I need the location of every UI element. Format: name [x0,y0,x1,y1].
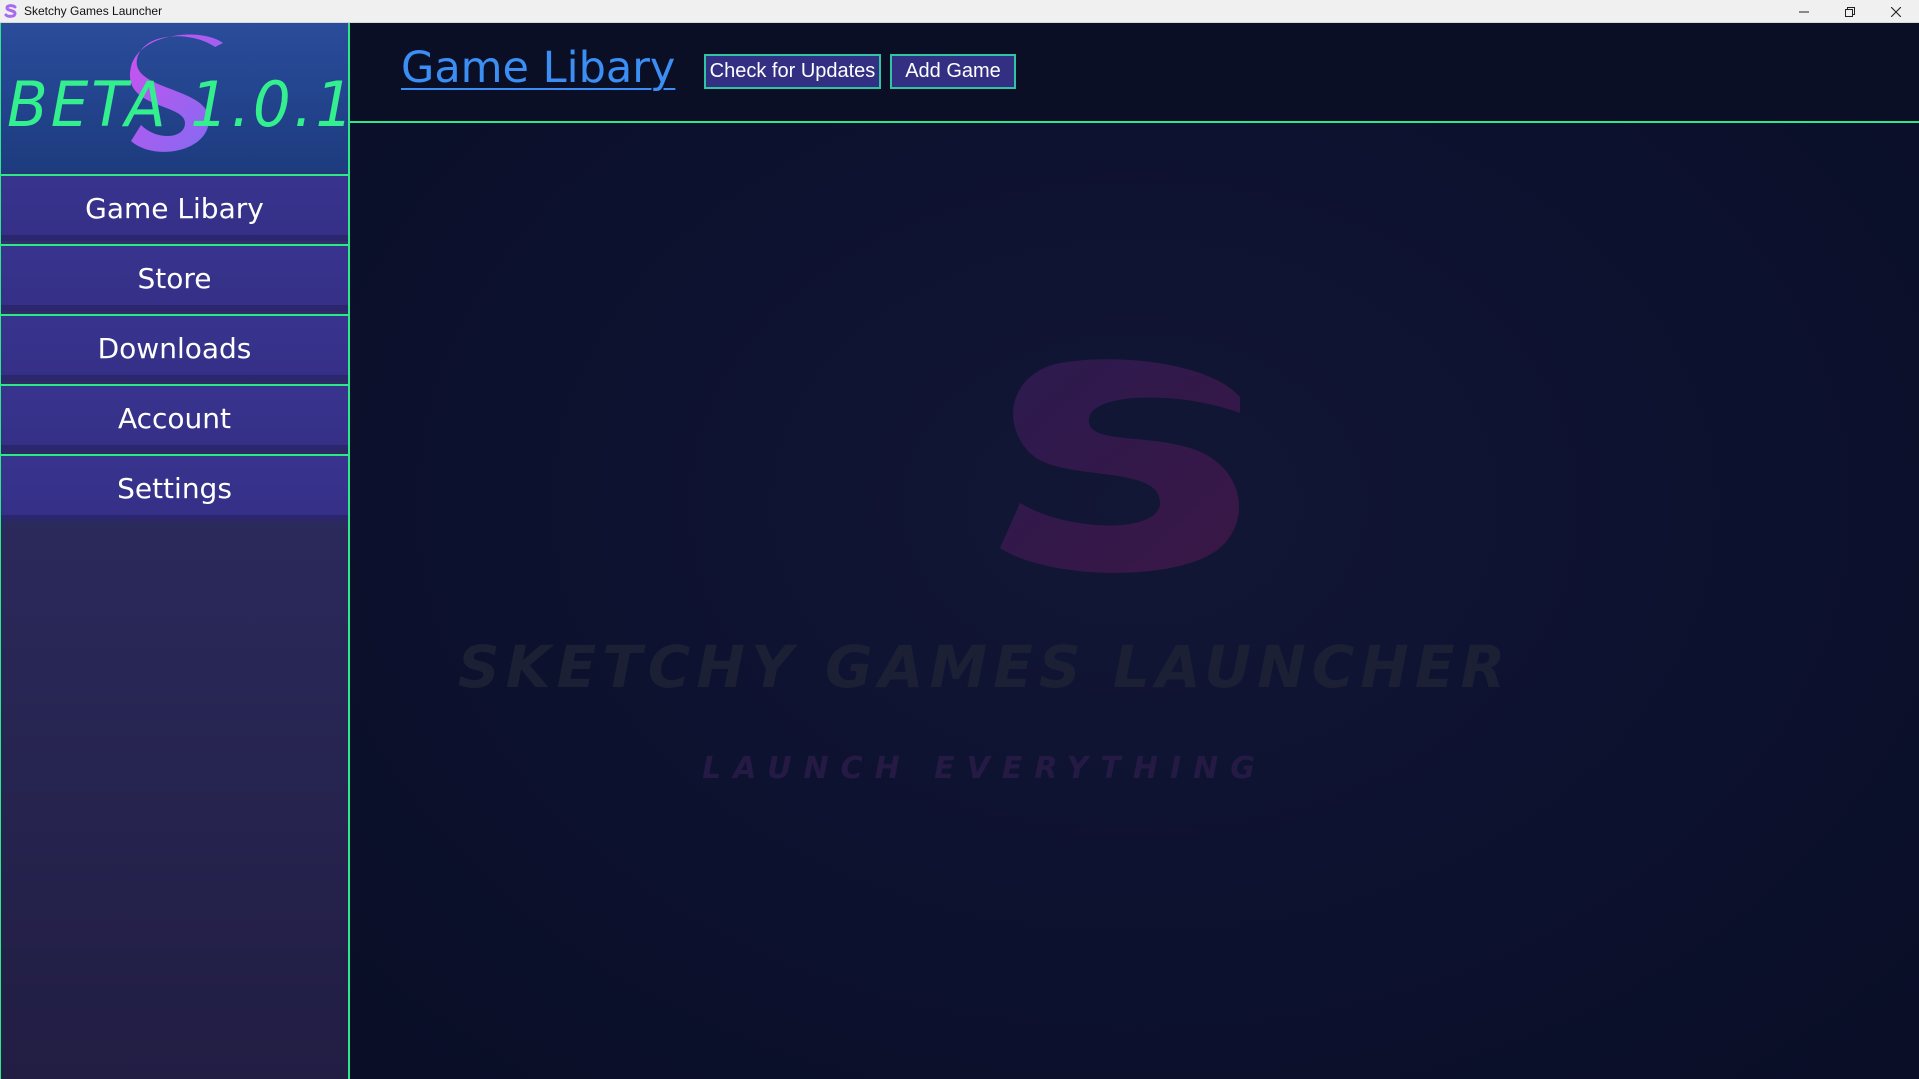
sidebar-nav: Game Libary Store Downloads Account Sett… [1,174,348,524]
close-icon[interactable] [1873,0,1919,23]
sidebar-item-game-library[interactable]: Game Libary [1,174,348,241]
main-panel: Game Libary Check for Updates Add Game S… [350,23,1919,1079]
sidebar-item-store[interactable]: Store [1,244,348,311]
watermark-title: SKETCHY GAMES LAUNCHER [457,633,1512,701]
version-logo-text: BETA 1.0.17 [7,68,348,141]
minimize-icon[interactable] [1781,0,1827,23]
sidebar: BETA 1.0.17 Game Libary Store Downloads … [0,23,350,1079]
app-logo-banner: BETA 1.0.17 [1,23,348,173]
add-game-button[interactable]: Add Game [890,54,1016,89]
sidebar-item-account[interactable]: Account [1,384,348,451]
page-title[interactable]: Game Libary [401,43,675,93]
sidebar-item-downloads[interactable]: Downloads [1,314,348,381]
restore-icon[interactable] [1827,0,1873,23]
watermark-tagline: LAUNCH EVERYTHING [702,751,1267,786]
watermark-s-logo-icon [1000,359,1240,573]
check-for-updates-button[interactable]: Check for Updates [704,54,881,89]
window-title: Sketchy Games Launcher [24,4,163,18]
window-titlebar: Sketchy Games Launcher [0,0,1919,23]
page-header: Game Libary Check for Updates Add Game [350,23,1919,123]
app-logo-icon [3,3,19,19]
sidebar-item-settings[interactable]: Settings [1,454,348,521]
game-library-content: SKETCHY GAMES LAUNCHER LAUNCH EVERYTHING [350,123,1919,1079]
